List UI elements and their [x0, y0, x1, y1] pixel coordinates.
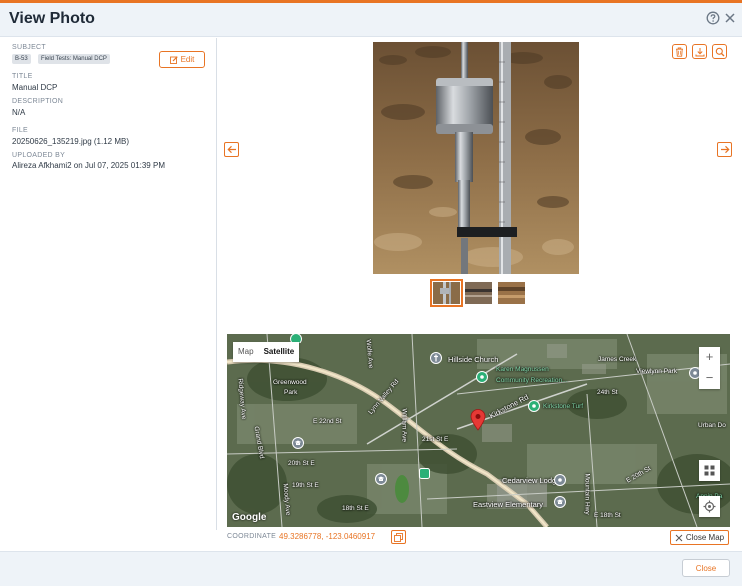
school-marker-icon[interactable]	[375, 473, 387, 485]
photo-thumbnail[interactable]	[465, 282, 492, 304]
photo-thumbnail[interactable]	[430, 279, 463, 307]
park-marker-icon[interactable]	[528, 400, 540, 412]
arrow-right-icon	[720, 145, 730, 154]
map-label: Karen Magnussen	[496, 366, 549, 373]
satellite-tab[interactable]: Satellite	[259, 342, 300, 362]
arrow-left-icon	[226, 145, 236, 154]
map-label: William Ave	[400, 408, 408, 442]
title-label: TITLE	[12, 73, 33, 80]
map-label: 18th St E	[342, 505, 369, 512]
copy-icon	[394, 532, 403, 542]
map-label: Eastview Elementary	[473, 500, 544, 509]
school-marker-icon[interactable]	[554, 496, 566, 508]
copy-coordinate-button[interactable]	[391, 530, 406, 544]
subject-tag: Field Tests: Manual DCP	[38, 54, 110, 64]
edit-icon	[169, 55, 178, 64]
park-marker-icon[interactable]	[419, 468, 430, 479]
next-photo-button[interactable]	[717, 142, 732, 157]
map-label: Cedarview Lodge	[502, 476, 561, 485]
crosshair-icon	[703, 500, 716, 513]
park-marker-icon[interactable]	[476, 371, 488, 383]
map-tab[interactable]: Map	[233, 342, 259, 362]
uploaded-by-value: Alireza Afkhami2 on Jul 07, 2025 01:39 P…	[12, 161, 165, 170]
delete-button[interactable]	[672, 44, 687, 59]
uploaded-by-label: UPLOADED BY	[12, 152, 66, 159]
description-label: DESCRIPTION	[12, 98, 64, 105]
map-label: 19th St E	[292, 482, 319, 489]
map-label: Mountain Hwy	[583, 473, 591, 515]
close-icon	[675, 534, 683, 541]
subject-label: SUBJECT	[12, 44, 46, 51]
map-label: 20th St E	[288, 460, 315, 467]
main-photo	[373, 42, 579, 274]
my-location-button[interactable]	[699, 496, 720, 517]
map-label: Community Recreation...	[496, 377, 568, 384]
location-pin-icon[interactable]	[470, 409, 486, 431]
subject-tag: B-53	[12, 54, 31, 64]
church-marker-icon[interactable]	[430, 352, 442, 364]
edit-button[interactable]: Edit	[159, 51, 205, 68]
trash-icon	[676, 47, 683, 57]
close-button[interactable]: Close	[682, 559, 730, 577]
download-button[interactable]	[692, 44, 707, 59]
map-label: Greenwood	[273, 379, 307, 386]
map-label: 24th St	[597, 389, 618, 396]
map-label: E 18th St	[594, 512, 621, 519]
grid-icon	[704, 465, 715, 476]
close-icon[interactable]	[723, 11, 737, 25]
coordinate-value: 49.3286778, -123.0460917	[279, 532, 376, 541]
help-icon[interactable]	[706, 11, 720, 25]
zoom-in-button[interactable]: +	[699, 347, 720, 368]
zoom-out-button[interactable]: −	[699, 368, 720, 389]
zoom-controls: + −	[699, 347, 720, 389]
layers-button[interactable]	[699, 460, 720, 481]
dialog-header: View Photo	[0, 3, 742, 37]
download-icon	[695, 47, 704, 56]
file-value: 20250626_135219.jpg (1.12 MB)	[12, 137, 129, 146]
magnifier-icon	[715, 47, 724, 56]
map-label: Park	[284, 389, 298, 396]
dialog-title: View Photo	[9, 10, 95, 27]
description-value: N/A	[12, 108, 26, 117]
map-label: James Creek	[598, 356, 637, 363]
place-marker-icon[interactable]	[554, 474, 566, 486]
photo-thumbnail[interactable]	[498, 282, 525, 304]
zoom-button[interactable]	[712, 44, 727, 59]
map-label: Hillside Church	[448, 355, 499, 364]
photo-details-panel	[0, 38, 217, 530]
map-label: 21st St E	[422, 436, 449, 443]
school-marker-icon[interactable]	[292, 437, 304, 449]
file-label: FILE	[12, 127, 28, 134]
close-map-label: Close Map	[685, 533, 725, 542]
map-label: Viewlynn Park	[636, 368, 678, 375]
map-label: E 22nd St	[313, 418, 342, 425]
map-type-switcher: Map Satellite	[233, 342, 300, 362]
map-label: Urban Do	[698, 422, 726, 429]
google-attribution: Google	[232, 512, 267, 523]
edit-button-label: Edit	[180, 55, 195, 64]
coordinate-label: COORDINATE	[227, 533, 277, 540]
dialog-footer	[0, 551, 742, 586]
close-map-button[interactable]: Close Map	[670, 530, 729, 545]
title-value: Manual DCP	[12, 83, 58, 92]
previous-photo-button[interactable]	[224, 142, 239, 157]
map-label: Kirkstone Turf	[543, 403, 584, 410]
